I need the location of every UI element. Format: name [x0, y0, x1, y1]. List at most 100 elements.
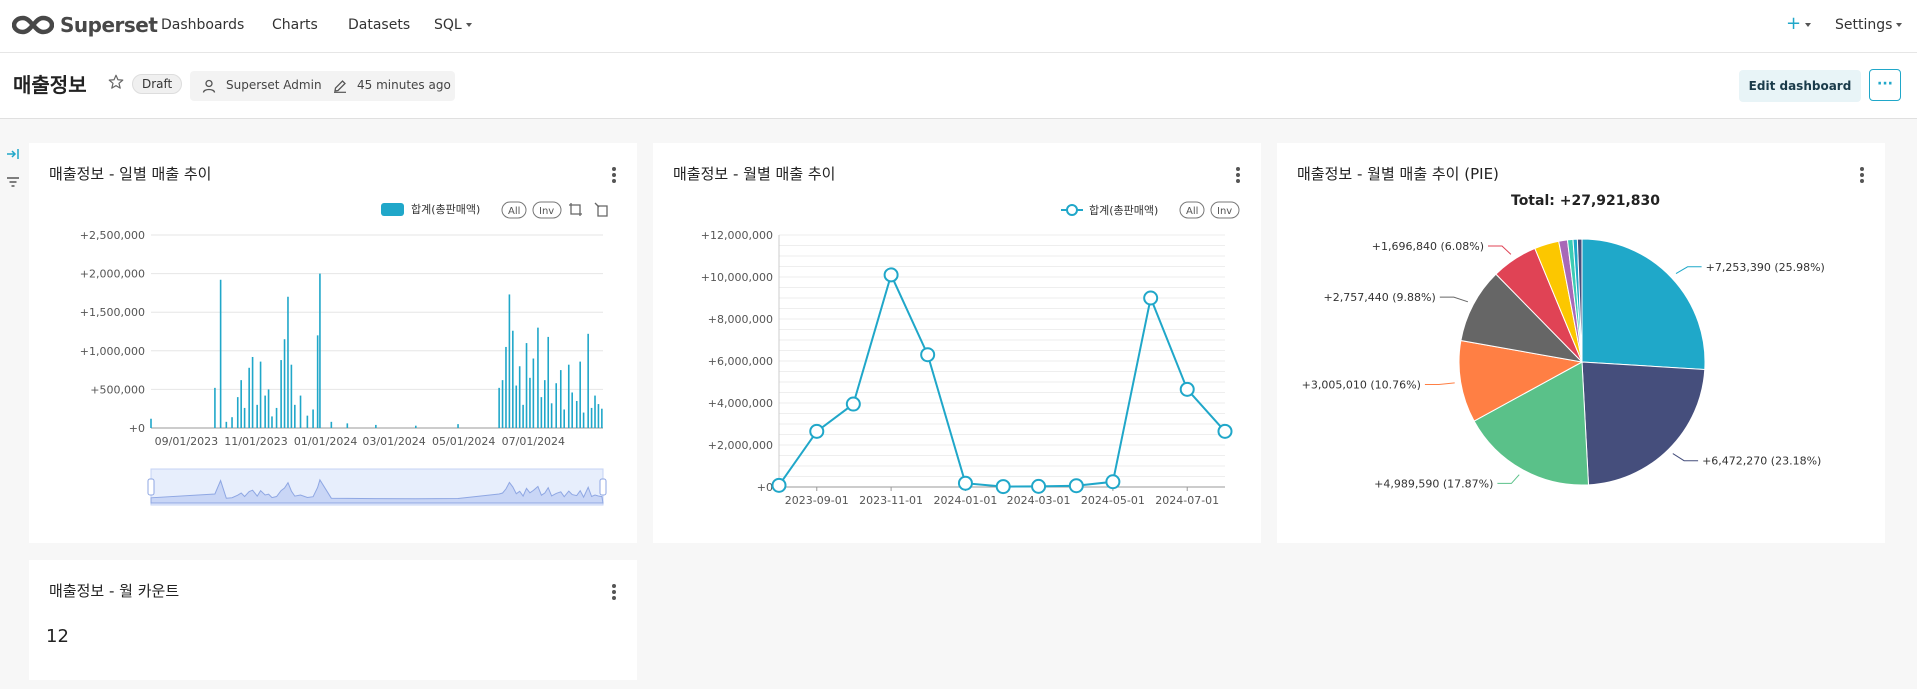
bar [601, 408, 603, 428]
bar [550, 403, 553, 428]
y-tick-label: +6,000,000 [708, 355, 773, 368]
data-point [1179, 381, 1195, 397]
bar [571, 392, 573, 428]
bar [306, 415, 309, 428]
legend-label[interactable]: 합계(총판매액) [1089, 204, 1158, 217]
chart-title: 매출정보 - 월 카운트 [49, 582, 180, 600]
bar [294, 404, 296, 428]
y-tick-label: +2,000,000 [708, 439, 773, 452]
legend-swatch[interactable] [381, 203, 404, 216]
data-point [883, 267, 899, 283]
data-point [1031, 478, 1047, 494]
pie-label-line [1497, 474, 1520, 484]
bar [501, 380, 504, 428]
page-title[interactable]: 매출정보 [13, 69, 87, 98]
x-tick-label: 11/01/2023 [224, 435, 287, 448]
new-menu[interactable]: + [1786, 13, 1812, 34]
daily-sales-chart: 합계(총판매액) All Inv +2,500,000 +2,000,000 +1,… [80, 201, 608, 506]
chart-card-pie: 매출정보 - 월별 매출 추이 (PIE) Total: +27,921,830… [1277, 143, 1885, 543]
x-tick-label: 2023-09-01 [785, 494, 849, 507]
bar [256, 404, 258, 428]
modified-time: 45 minutes ago [357, 78, 451, 92]
bar [505, 346, 507, 428]
superset-logo[interactable]: Superset [12, 10, 158, 40]
bar [590, 407, 593, 428]
user-icon [202, 79, 216, 93]
expand-filters-icon[interactable] [6, 148, 20, 160]
status-badge[interactable]: Draft [132, 74, 183, 94]
bar [346, 423, 349, 428]
filter-icon[interactable] [6, 176, 20, 188]
bar [540, 397, 543, 428]
data-zoom-handle-right[interactable] [599, 478, 607, 496]
x-tick-label: 03/01/2024 [362, 435, 425, 448]
kebab-menu-icon[interactable] [612, 584, 616, 602]
pie-slice-label: +3,005,010 (10.76%) [1302, 379, 1421, 392]
nav-sql[interactable]: SQL [434, 17, 472, 33]
bar [555, 383, 558, 428]
bar [537, 327, 539, 428]
bar [240, 380, 242, 428]
nav-dashboards[interactable]: Dashboards [161, 17, 244, 33]
settings-label: Settings [1835, 17, 1893, 33]
data-point [845, 396, 861, 412]
y-tick-label: +2,000,000 [80, 268, 145, 281]
bar [319, 273, 321, 428]
bar [559, 370, 562, 428]
bar [299, 395, 302, 428]
edit-dashboard-button[interactable]: Edit dashboard [1739, 70, 1861, 102]
bar [547, 336, 550, 428]
nav-sql-label: SQL [434, 17, 462, 33]
x-tick-label: 2024-03-01 [1007, 494, 1071, 507]
legend-label[interactable]: 합계(총판매액) [411, 203, 480, 216]
monthly-sales-chart: 합계(총판매액) All Inv +12,000,000+10,000,000+… [701, 201, 1240, 507]
bar [275, 407, 278, 428]
zoom-reset-icon[interactable] [594, 202, 608, 217]
data-point [920, 347, 936, 363]
bar [225, 421, 228, 428]
chart-grid [151, 234, 603, 429]
legend-inv-label: Inv [539, 206, 554, 217]
chevron-down-icon [1896, 23, 1903, 27]
bar [248, 367, 250, 428]
data-point [1068, 478, 1084, 494]
bar [271, 416, 273, 428]
y-axis-ticks: +12,000,000 +10,000,000 +8,000,000 +6,000,0… [701, 229, 773, 494]
bar [283, 339, 286, 428]
bar [219, 279, 222, 428]
y-tick-label: +0 [129, 422, 145, 435]
x-tick-label: 01/01/2024 [294, 435, 357, 448]
nav-datasets[interactable]: Datasets [348, 17, 410, 33]
legend-inv-label: Inv [1217, 206, 1232, 217]
bar [579, 361, 581, 428]
bar [567, 364, 570, 428]
y-tick-label: +12,000,000 [701, 229, 773, 242]
y-tick-label: +2,500,000 [80, 229, 145, 242]
legend: 합계(총판매액) All Inv [381, 201, 608, 219]
bar [515, 385, 518, 428]
bar [532, 358, 535, 428]
owner-name: Superset Admin [226, 78, 322, 92]
pie-slice-label: +4,989,590 (17.87%) [1374, 477, 1493, 490]
bar [498, 387, 500, 428]
series-points [771, 267, 1233, 495]
bar [231, 417, 233, 428]
settings-menu[interactable]: Settings [1835, 17, 1903, 33]
data-zoom-handle-left[interactable] [147, 478, 155, 496]
x-tick-label: 2023-11-01 [859, 494, 923, 507]
legend-marker[interactable] [1066, 204, 1078, 216]
more-options-button[interactable]: ··· [1869, 69, 1901, 101]
chevron-down-icon [465, 23, 472, 27]
data-point [771, 477, 787, 493]
bar [597, 404, 600, 428]
x-tick-label: 2024-07-01 [1155, 494, 1219, 507]
y-tick-label: +1,000,000 [80, 345, 145, 358]
data-zoom-slider[interactable] [147, 468, 607, 506]
star-icon[interactable] [107, 73, 125, 91]
top-navbar: Superset Dashboards Charts Datasets SQL … [0, 0, 1917, 53]
bar [316, 335, 319, 428]
zoom-icon[interactable] [569, 203, 582, 216]
x-axis-ticks: 09/01/2023 11/01/2023 01/01/2024 03/01/2024… [155, 435, 565, 448]
series-line [778, 272, 1226, 488]
nav-charts[interactable]: Charts [272, 17, 318, 33]
